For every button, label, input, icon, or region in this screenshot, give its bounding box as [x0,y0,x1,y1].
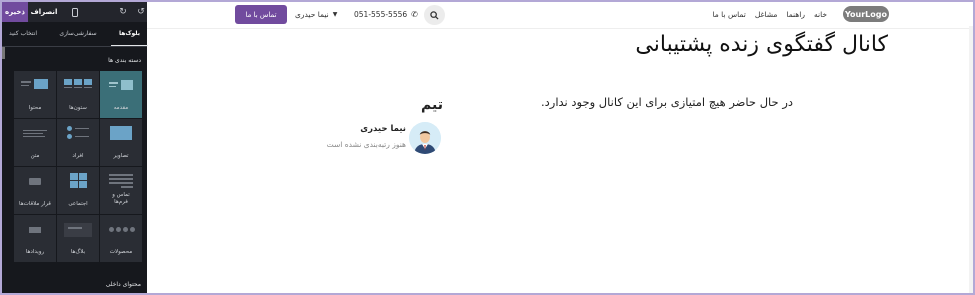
block-label: مقدمه [113,105,129,111]
block-label: متن [30,153,40,159]
social-thumbnail [64,173,92,193]
tabs-divider [2,46,147,47]
redo-icon[interactable]: ↻ [118,2,128,22]
member-rating-status: هنوز رتبه‌بندی نشده است [326,140,406,149]
phone-number: 051-555-5556 [354,10,408,19]
block-grid: مقدمه ستون‌ها محتوا [13,71,142,262]
blogs-thumbnail [64,221,92,241]
undo-icon[interactable]: ↺ [136,2,146,22]
save-button[interactable]: ذخیره [2,2,28,22]
page-scrollbar[interactable] [969,26,973,293]
search-button[interactable] [424,5,445,25]
app-frame: ذخیره انصراف ↻ ↺ بلوک‌ها سفارشی‌سازی انت… [2,2,973,293]
block-label: محصولات [109,249,133,255]
content-thumbnail [21,77,49,97]
category-heading: دسته بندی ها [108,57,141,64]
search-icon [430,10,439,20]
block-label: رویدادها [25,249,45,255]
contact-forms-thumbnail [107,173,135,193]
editor-toolbar: ذخیره انصراف ↻ ↺ [2,2,147,22]
block-people[interactable]: افراد [57,119,99,166]
intro-thumbnail [107,77,135,97]
user-name: نیما حیدری [295,10,329,19]
block-label: بلاگ‌ها [70,249,86,255]
block-label: تصاویر [113,153,129,159]
page-title: کانال گفتگوی زنده پشتیبانی [635,32,888,57]
block-products[interactable]: محصولات [100,215,142,262]
block-columns[interactable]: ستون‌ها [57,71,99,118]
tab-blocks[interactable]: بلوک‌ها [110,30,149,46]
columns-thumbnail [64,77,92,97]
block-appointments[interactable]: قرار ملاقات‌ها [14,167,56,214]
block-contact-forms[interactable]: تماس و فرم‌ها [100,167,142,214]
site-logo[interactable]: YourLogo [843,6,889,22]
block-events[interactable]: رویدادها [14,215,56,262]
caret-down-icon: ▼ [332,11,338,18]
user-menu[interactable]: نیما حیدری ▼ [295,10,337,19]
nav-item-help[interactable]: راهنما [786,10,805,19]
block-label: اجتماعی [68,201,88,207]
block-label: محتوا [28,105,42,111]
empty-ratings-message: در حال حاضر هیچ امتیازی برای این کانال و… [541,95,793,109]
text-thumbnail [21,125,49,145]
phone-link[interactable]: 051-555-5556 ✆ [354,10,418,19]
contact-us-button[interactable]: تماس با ما [235,5,287,24]
discard-button[interactable]: انصراف [28,2,60,22]
block-content[interactable]: محتوا [14,71,56,118]
people-thumbnail [64,125,92,145]
block-text[interactable]: متن [14,119,56,166]
mobile-preview-icon[interactable] [70,2,80,22]
block-images[interactable]: تصاویر [100,119,142,166]
block-label: قرار ملاقات‌ها [19,201,51,207]
member-name[interactable]: نیما حیدری [360,124,406,134]
editor-tabs: بلوک‌ها سفارشی‌سازی انتخاب کنید [2,30,149,46]
block-intro[interactable]: مقدمه [100,71,142,118]
nav-item-contact[interactable]: تماس با ما [713,10,746,19]
events-thumbnail [21,221,49,241]
products-thumbnail [107,221,135,241]
block-label: ستون‌ها [69,105,87,111]
inner-content-heading: محتوای داخلی [105,281,141,288]
nav-item-home[interactable]: خانه [814,10,827,19]
team-heading: تیم [421,97,443,113]
site-header: YourLogo خانه راهنما مشاغل تماس با ما 05… [147,2,973,29]
phone-icon: ✆ [411,10,418,19]
editor-sidebar: ذخیره انصراف ↻ ↺ بلوک‌ها سفارشی‌سازی انت… [2,2,149,293]
block-label: تماس و فرم‌ها [112,192,130,205]
tab-select[interactable]: انتخاب کنید [9,30,37,44]
images-thumbnail [107,125,135,145]
block-social[interactable]: اجتماعی [57,167,99,214]
tab-customize[interactable]: سفارشی‌سازی [59,30,96,44]
block-label: افراد [72,153,84,159]
appointments-thumbnail [21,173,49,193]
nav-item-jobs[interactable]: مشاغل [755,10,778,19]
member-avatar [409,122,441,154]
sidebar-scrollbar[interactable] [2,47,5,59]
block-blogs[interactable]: بلاگ‌ها [57,215,99,262]
main-nav: خانه راهنما مشاغل تماس با ما [713,10,828,19]
